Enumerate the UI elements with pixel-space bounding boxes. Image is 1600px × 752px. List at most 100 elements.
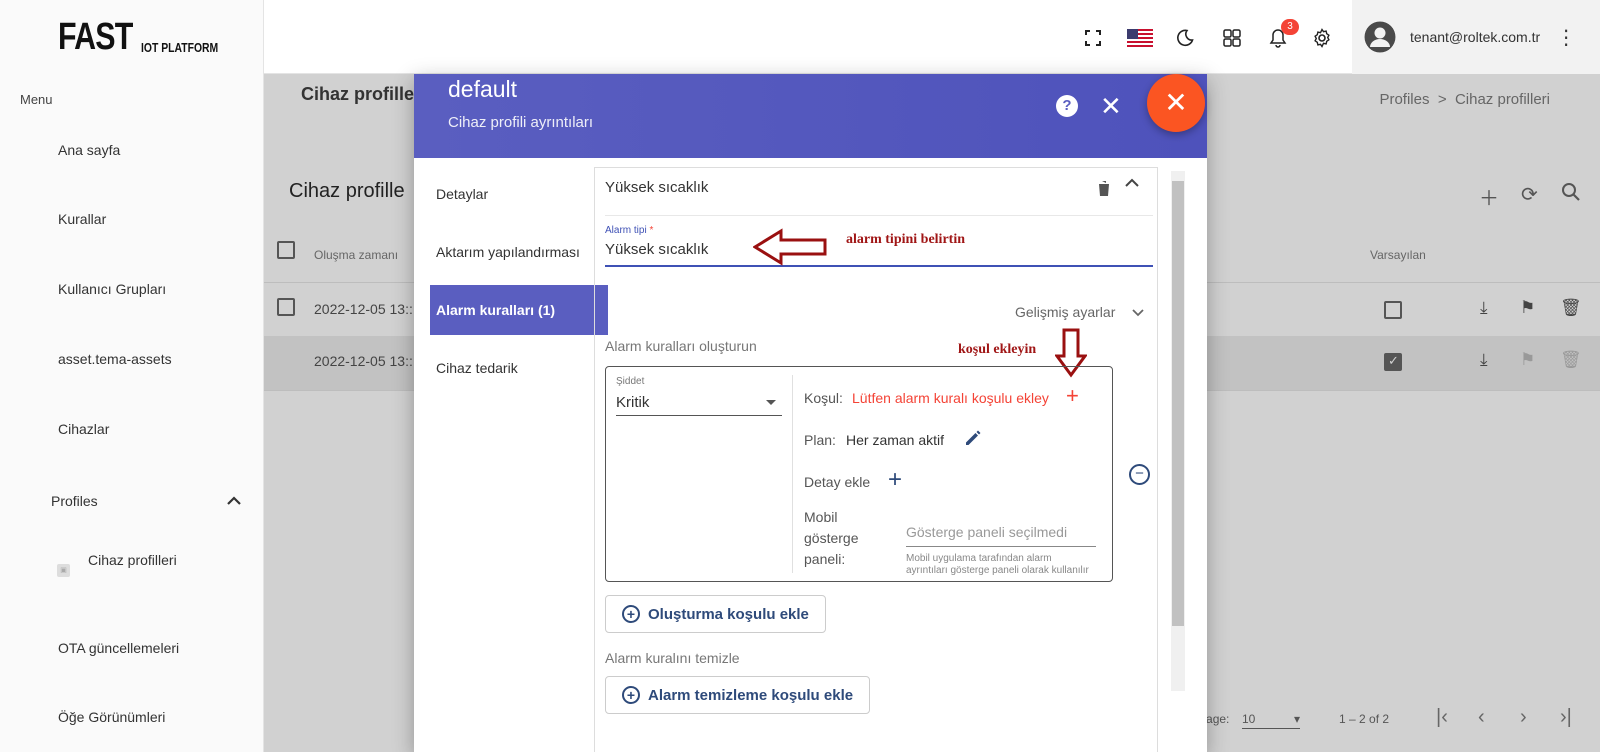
fullscreen-icon[interactable] — [1082, 27, 1104, 49]
plan-value: Her zaman aktif — [846, 432, 945, 448]
divider — [605, 215, 1153, 216]
row-created: 2022-12-05 13:: — [314, 301, 413, 317]
help-icon[interactable]: ? — [1056, 95, 1078, 117]
tab-provisioning[interactable]: Cihaz tedarik — [430, 343, 608, 393]
tab-alarm-rules[interactable]: Alarm kuralları (1) — [430, 285, 608, 335]
tab-details[interactable]: Detaylar — [430, 169, 608, 219]
user-menu[interactable]: tenant@roltek.com.tr ⋮ — [1352, 0, 1600, 74]
dialog-subtitle: Cihaz profili ayrıntıları — [448, 114, 594, 131]
download-icon[interactable]: ⤓ — [1480, 350, 1488, 370]
plan-label: Plan: — [804, 432, 836, 448]
alarm-type-underline — [605, 265, 1153, 267]
download-icon[interactable]: ⤓ — [1480, 298, 1488, 318]
severity-label: Şiddet — [616, 376, 645, 387]
annotation-condition: koşul ekleyin — [958, 342, 1037, 357]
next-page-icon[interactable]: › — [1520, 706, 1527, 729]
add-clear-condition-button[interactable]: + Alarm temizleme koşulu ekle — [605, 676, 871, 714]
sidebar-item-home[interactable]: Ana sayfa — [58, 142, 120, 158]
select-all-checkbox[interactable] — [277, 241, 295, 259]
remove-circle-icon[interactable]: − — [1129, 464, 1150, 485]
alarm-condition-box: Şiddet Kritik Koşul: Lütfen alarm kuralı… — [605, 366, 1113, 582]
row-created: 2022-12-05 13:: — [314, 353, 413, 369]
sidebar-item-user-groups[interactable]: Kullanıcı Grupları — [58, 281, 166, 297]
required-marker: * — [649, 225, 654, 236]
items-per-page-value: 10 — [1242, 712, 1256, 726]
add-detail-label: Detay ekle — [804, 474, 871, 490]
close-icon[interactable]: ✕ — [1100, 91, 1122, 122]
breadcrumb-current: Cihaz profilleri — [1454, 91, 1550, 108]
page-range: 1 – 2 of 2 — [1339, 712, 1390, 726]
chevron-up-icon[interactable] — [1125, 175, 1139, 193]
divider — [792, 375, 793, 573]
add-icon[interactable]: ＋ — [1479, 182, 1499, 211]
sidebar-item-widgets[interactable]: Öğe Görünümleri — [58, 709, 165, 725]
items-per-page-select[interactable]: 10 ▾ — [1242, 712, 1300, 729]
refresh-icon[interactable]: ⟳ — [1521, 182, 1538, 207]
add-detail-icon[interactable]: + — [888, 466, 902, 494]
dropdown-caret-icon[interactable] — [766, 400, 776, 405]
notifications-bell-icon[interactable]: 3 — [1267, 19, 1299, 49]
settings-gear-icon[interactable] — [1311, 27, 1333, 49]
breadcrumb-separator: > — [1437, 91, 1447, 108]
sidebar-sub-label: Cihaz profilleri — [88, 552, 177, 568]
sidebar-item-ota[interactable]: OTA güncellemeleri — [58, 640, 179, 656]
table-title: Cihaz profille — [289, 180, 405, 202]
chevron-down-icon[interactable] — [1132, 304, 1144, 320]
add-circle-icon: + — [622, 686, 640, 704]
sidebar-item-assets[interactable]: asset.tema-assets — [58, 351, 172, 367]
sidebar-item-device-profiles[interactable]: ▣ Cihaz profilleri — [57, 552, 177, 577]
last-page-icon[interactable]: ›| — [1560, 706, 1572, 729]
flag-icon: ⚑ — [1520, 350, 1536, 369]
column-header-default[interactable]: Varsayılan — [1370, 248, 1426, 262]
clear-rule-title: Alarm kuralını temizle — [605, 650, 740, 666]
prev-page-icon[interactable]: ‹ — [1478, 706, 1485, 729]
create-rules-title: Alarm kuralları oluşturun — [605, 338, 757, 354]
logo[interactable]: FAST IOT PLATFORM — [58, 18, 238, 56]
dialog-header: default Cihaz profili ayrıntıları ? ✕ — [414, 74, 1207, 158]
sidebar: FAST IOT PLATFORM Menu Ana sayfa Kuralla… — [0, 0, 264, 752]
add-condition-icon[interactable]: + — [1066, 383, 1079, 409]
first-page-icon[interactable]: |‹ — [1436, 706, 1448, 729]
delete-icon[interactable]: 🗑 — [1560, 298, 1582, 318]
dark-mode-icon[interactable] — [1174, 27, 1196, 49]
tab-transport[interactable]: Aktarım yapılandırması — [430, 227, 608, 277]
add-create-condition-label: Oluşturma koşulu ekle — [648, 605, 809, 623]
scrollbar[interactable] — [1171, 171, 1185, 691]
condition-label: Koşul: — [804, 390, 843, 406]
apps-grid-icon[interactable] — [1221, 27, 1243, 49]
logo-subtext: IOT PLATFORM — [141, 40, 219, 55]
sidebar-item-rules[interactable]: Kurallar — [58, 211, 106, 227]
flag-icon[interactable]: ⚑ — [1520, 298, 1535, 318]
row-checkbox[interactable] — [277, 298, 295, 316]
device-profile-dialog: default Cihaz profili ayrıntıları ? ✕ De… — [414, 74, 1207, 752]
alarm-type-input[interactable]: Yüksek sıcaklık — [605, 241, 708, 258]
close-fab-button[interactable]: ✕ — [1147, 74, 1205, 132]
alarm-rule-panel: Yüksek sıcaklık Alarm tipi * Yüksek sıca… — [594, 167, 1158, 752]
logo-text: FAST — [58, 16, 133, 58]
scrollbar-thumb[interactable] — [1172, 181, 1184, 626]
mobile-dashboard-input[interactable]: Gösterge paneli seçilmedi — [906, 524, 1067, 540]
page-title: Cihaz profille — [301, 84, 415, 104]
breadcrumb: Profiles > Cihaz profilleri — [1379, 91, 1550, 108]
annotation-alarm-type: alarm tipini belirtin — [846, 232, 965, 247]
mobile-dashboard-label: Mobil gösterge paneli: — [804, 509, 859, 567]
annotation-arrow-left-icon — [752, 228, 829, 271]
breadcrumb-root[interactable]: Profiles — [1379, 91, 1429, 108]
edit-pencil-icon[interactable] — [964, 429, 982, 452]
search-icon[interactable] — [1561, 182, 1581, 208]
delete-icon[interactable] — [1097, 180, 1111, 202]
sidebar-group-profiles[interactable]: Profiles — [51, 493, 241, 509]
column-header-created[interactable]: Oluşma zamanı — [314, 248, 398, 262]
alarm-type-label-text: Alarm tipi — [605, 225, 647, 236]
mobile-dashboard-underline — [906, 546, 1096, 547]
notification-badge: 3 — [1281, 19, 1299, 35]
more-vert-icon[interactable]: ⋮ — [1556, 25, 1576, 50]
sidebar-item-devices[interactable]: Cihazlar — [58, 421, 109, 437]
user-email: tenant@roltek.com.tr — [1410, 29, 1541, 45]
us-flag-icon[interactable] — [1126, 27, 1154, 49]
advanced-settings[interactable]: Gelişmiş ayarlar — [1015, 304, 1115, 320]
condition-warning[interactable]: Lütfen alarm kuralı koşulu ekley — [852, 390, 1049, 406]
severity-select[interactable]: Kritik — [616, 394, 649, 411]
sidebar-group-label: Profiles — [51, 493, 98, 509]
add-create-condition-button[interactable]: + Oluşturma koşulu ekle — [605, 595, 826, 633]
